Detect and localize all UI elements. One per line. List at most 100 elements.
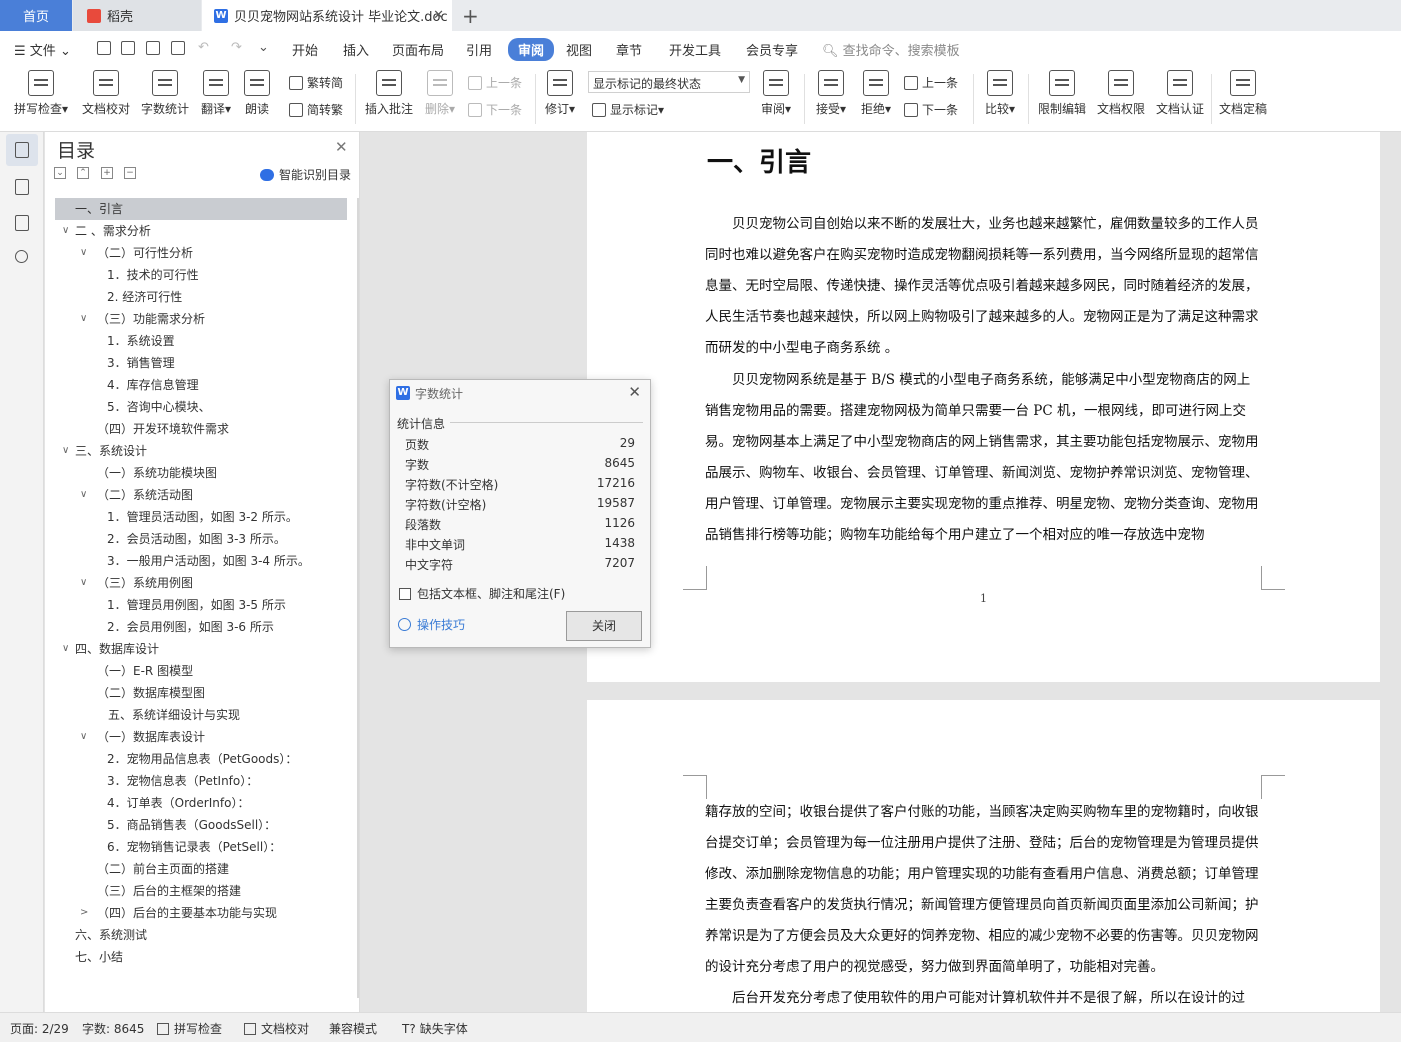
prev-change-button[interactable]: 上一条 bbox=[904, 74, 958, 91]
review-pane-button[interactable]: 审阅▾ bbox=[758, 70, 794, 117]
word-count-indicator[interactable]: 字数: 8645 bbox=[82, 1020, 144, 1037]
toc-item[interactable]: 1．管理员活动图，如图 3-2 所示。 bbox=[55, 506, 347, 528]
toc-item[interactable]: 2．会员活动图，如图 3-3 所示。 bbox=[55, 528, 347, 550]
track-changes-button[interactable]: 修订▾ bbox=[542, 70, 578, 117]
toc-item[interactable]: ∨ 二 、需求分析 bbox=[55, 220, 347, 242]
status-doc-proof[interactable]: 文档校对 bbox=[244, 1020, 309, 1037]
spell-check-button[interactable]: 拼写检查▾ bbox=[12, 70, 70, 117]
compare-button[interactable]: 比较▾ bbox=[982, 70, 1018, 117]
document-page[interactable]: 一、引言 贝贝宠物公司自创始以来不断的发展壮大，业务也越来越繁忙，雇佣数量较多的… bbox=[587, 132, 1380, 682]
command-search[interactable]: 🔍︎ 查找命令、搜索模板 bbox=[822, 40, 960, 59]
close-icon[interactable]: ✕ bbox=[335, 138, 348, 156]
toc-item[interactable]: 3．宠物信息表（PetInfo）： bbox=[55, 770, 347, 792]
menu-view[interactable]: 视图 bbox=[566, 40, 592, 59]
chevron-down-icon[interactable]: ∨ bbox=[62, 440, 69, 462]
chapter-nav-icon[interactable] bbox=[11, 176, 33, 198]
insert-comment-button[interactable]: 插入批注 bbox=[364, 70, 414, 117]
expand-all-icon[interactable]: ⌃ bbox=[77, 167, 89, 179]
toc-item[interactable]: （二）数据库模型图 bbox=[55, 682, 347, 704]
doc-proof-button[interactable]: 文档校对 bbox=[80, 70, 132, 117]
menu-start[interactable]: 开始 bbox=[292, 40, 318, 59]
toc-item[interactable]: 一、引言 bbox=[55, 198, 347, 220]
toc-item[interactable]: 4．订单表（OrderInfo）： bbox=[55, 792, 347, 814]
toc-item[interactable]: > （四）后台的主要基本功能与实现 bbox=[55, 902, 347, 924]
chevron-down-icon[interactable]: ∨ bbox=[62, 220, 69, 242]
missing-font-indicator[interactable]: T? 缺失字体 bbox=[402, 1020, 468, 1037]
toc-scrollbar[interactable] bbox=[357, 198, 359, 998]
toc-item[interactable]: （四）开发环境软件需求 bbox=[55, 418, 347, 440]
toc-item[interactable]: 5．商品销售表（GoodsSell）： bbox=[55, 814, 347, 836]
tab-document[interactable]: W 贝贝宠物网站系统设计 毕业论文.doc ✕ bbox=[202, 0, 452, 31]
print-icon[interactable] bbox=[146, 41, 160, 55]
toc-item[interactable]: ∨ （一）数据库表设计 bbox=[55, 726, 347, 748]
tips-link[interactable]: 操作技巧 bbox=[398, 616, 465, 633]
menu-review[interactable]: 审阅 bbox=[508, 38, 555, 61]
toc-item[interactable]: 5．咨询中心模块、 bbox=[55, 396, 347, 418]
chevron-down-icon[interactable]: ∨ bbox=[80, 726, 87, 748]
page-indicator[interactable]: 页面: 2/29 bbox=[10, 1020, 69, 1037]
restrict-editing-button[interactable]: 限制编辑 bbox=[1037, 70, 1087, 117]
quick-access-dropdown-icon[interactable]: ⌄ bbox=[258, 40, 269, 55]
file-menu[interactable]: ☰ 文件 ⌄ bbox=[14, 40, 71, 59]
find-icon[interactable] bbox=[171, 41, 185, 55]
toc-item[interactable]: ∨ 四、数据库设计 bbox=[55, 638, 347, 660]
toc-item[interactable]: 4．库存信息管理 bbox=[55, 374, 347, 396]
toc-item[interactable]: 五、系统详细设计与实现 bbox=[55, 704, 347, 726]
toc-item[interactable]: 1．技术的可行性 bbox=[55, 264, 347, 286]
chevron-right-icon[interactable]: > bbox=[80, 902, 88, 924]
collapse-all-icon[interactable]: ⌄ bbox=[54, 167, 66, 179]
close-icon[interactable]: ✕ bbox=[433, 8, 444, 23]
trad-to-simp-button[interactable]: 繁转简 bbox=[289, 74, 343, 91]
toc-item[interactable]: 2．宠物用品信息表（PetGoods）： bbox=[55, 748, 347, 770]
menu-reference[interactable]: 引用 bbox=[466, 40, 492, 59]
add-heading-icon[interactable]: + bbox=[101, 167, 113, 179]
print-preview-icon[interactable] bbox=[121, 41, 135, 55]
remove-heading-icon[interactable]: − bbox=[124, 167, 136, 179]
chevron-down-icon[interactable]: ∨ bbox=[80, 308, 87, 330]
redo-icon[interactable]: ↷ bbox=[231, 40, 242, 55]
toc-item[interactable]: 6．宠物销售记录表（PetSell）： bbox=[55, 836, 347, 858]
smart-toc-button[interactable]: 智能识别目录 bbox=[260, 166, 351, 183]
toc-item[interactable]: ∨ （二）系统活动图 bbox=[55, 484, 347, 506]
toc-item[interactable]: ∨ （二）可行性分析 bbox=[55, 242, 347, 264]
close-button[interactable]: 关闭 bbox=[566, 611, 642, 641]
bookmark-icon[interactable] bbox=[11, 212, 33, 234]
document-page[interactable]: 籍存放的空间；收银台提供了客户付账的功能，当顾客决定购买购物车里的宠物籍时，向收… bbox=[587, 700, 1380, 1012]
close-icon[interactable]: ✕ bbox=[628, 383, 641, 401]
doc-permission-button[interactable]: 文档权限 bbox=[1096, 70, 1146, 117]
next-change-button[interactable]: 下一条 bbox=[904, 101, 958, 118]
show-markup-button[interactable]: 显示标记 ▾ bbox=[592, 101, 664, 118]
save-icon[interactable] bbox=[97, 41, 111, 55]
next-comment-button[interactable]: 下一条 bbox=[468, 101, 522, 118]
toc-item[interactable]: ∨ 三、系统设计 bbox=[55, 440, 347, 462]
markup-mode-select[interactable]: 显示标记的最终状态 ▼ bbox=[588, 71, 750, 93]
tab-docer[interactable]: 稻壳 bbox=[73, 0, 201, 31]
doc-finalize-button[interactable]: 文档定稿 bbox=[1218, 70, 1268, 117]
dialog-title-bar[interactable]: W 字数统计 ✕ bbox=[390, 380, 650, 406]
toc-item[interactable]: （三）后台的主框架的搭建 bbox=[55, 880, 347, 902]
simp-to-trad-button[interactable]: 简转繁 bbox=[289, 101, 343, 118]
doc-certify-button[interactable]: 文档认证 bbox=[1155, 70, 1205, 117]
delete-comment-button[interactable]: 删除▾ bbox=[423, 70, 457, 117]
chevron-down-icon[interactable]: ∨ bbox=[80, 484, 87, 506]
chevron-down-icon[interactable]: ∨ bbox=[80, 572, 87, 594]
toc-item[interactable]: ∨ （三）功能需求分析 bbox=[55, 308, 347, 330]
status-spell-check[interactable]: 拼写检查 bbox=[157, 1020, 222, 1037]
add-tab-button[interactable]: + bbox=[462, 4, 479, 28]
toc-item[interactable]: 3．一般用户活动图，如图 3-4 所示。 bbox=[55, 550, 347, 572]
accept-button[interactable]: 接受▾ bbox=[813, 70, 849, 117]
toc-item[interactable]: 七、小结 bbox=[55, 946, 347, 968]
read-aloud-button[interactable]: 朗读 bbox=[243, 70, 271, 117]
menu-layout[interactable]: 页面布局 bbox=[392, 40, 444, 59]
toc-item[interactable]: 1．系统设置 bbox=[55, 330, 347, 352]
undo-icon[interactable]: ↶ bbox=[198, 40, 209, 55]
toc-item[interactable]: 3．销售管理 bbox=[55, 352, 347, 374]
menu-developer[interactable]: 开发工具 bbox=[669, 40, 721, 59]
toc-item[interactable]: （一）系统功能模块图 bbox=[55, 462, 347, 484]
toc-item[interactable]: 1．管理员用例图，如图 3-5 所示 bbox=[55, 594, 347, 616]
toc-item[interactable]: （二）前台主页面的搭建 bbox=[55, 858, 347, 880]
toc-item[interactable]: 2. 经济可行性 bbox=[55, 286, 347, 308]
toc-item[interactable]: ∨ （三）系统用例图 bbox=[55, 572, 347, 594]
search-icon[interactable] bbox=[11, 247, 33, 269]
chevron-down-icon[interactable]: ∨ bbox=[80, 242, 87, 264]
